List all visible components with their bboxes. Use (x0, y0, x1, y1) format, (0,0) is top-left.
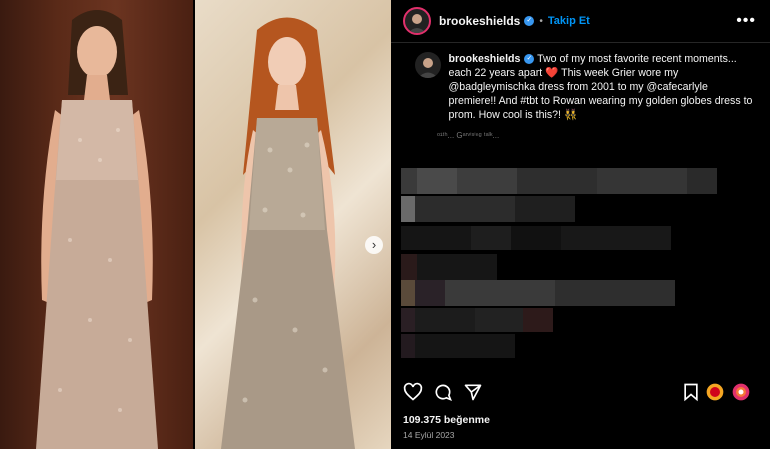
post-details-panel: brookeshields ✓ • Takip Et ••• brookeshi… (391, 0, 770, 449)
follow-button[interactable]: Takip Et (548, 15, 590, 27)
post-date: 14 Eylül 2023 (403, 430, 455, 440)
username[interactable]: brookeshields (439, 14, 520, 28)
like-count[interactable]: 109.375 beğenme (403, 414, 490, 426)
caption: brookeshields ✓ Two of my most favorite r… (403, 52, 758, 122)
comment-icon[interactable] (433, 382, 453, 402)
blurred-comments (401, 168, 717, 358)
verified-icon: ✓ (524, 16, 535, 26)
action-bar (391, 374, 770, 408)
caption-text: brookeshields ✓ Two of my most favorite r… (449, 52, 758, 122)
pixel-blocks (401, 168, 717, 358)
avatar[interactable] (403, 7, 431, 35)
post-media[interactable]: › (0, 0, 391, 449)
caption-avatar[interactable] (415, 52, 441, 78)
more-options-icon[interactable]: ••• (736, 12, 756, 30)
heart-emoji: ❤️ (545, 67, 559, 79)
woman-in-gown-right (221, 17, 355, 449)
post-header: brookeshields ✓ • Takip Et ••• (391, 0, 770, 43)
photo-left (0, 0, 193, 449)
send-icon[interactable] (463, 382, 483, 402)
emoji-reaction-icon[interactable] (705, 382, 725, 402)
photo-right: › (195, 0, 391, 449)
separator: • (539, 15, 543, 27)
woman-in-gown-left (36, 10, 158, 449)
heart-icon[interactable] (403, 382, 423, 402)
sticker-icon[interactable] (731, 382, 751, 402)
bookmark-icon[interactable] (681, 382, 701, 402)
caption-more: ᵒ¹ᵗʰ... Gᵃʳᵛⁱˢⁱⁿᵍ ᵗᵃˡᵏ... (437, 131, 500, 140)
next-image-button[interactable]: › (365, 236, 383, 254)
instagram-post: › brookeshields ✓ • Takip Et ••• brookes… (0, 0, 770, 449)
caption-username[interactable]: brookeshields (449, 53, 521, 65)
verified-icon: ✓ (524, 54, 535, 65)
dancers-emoji: 👯 (563, 109, 578, 121)
